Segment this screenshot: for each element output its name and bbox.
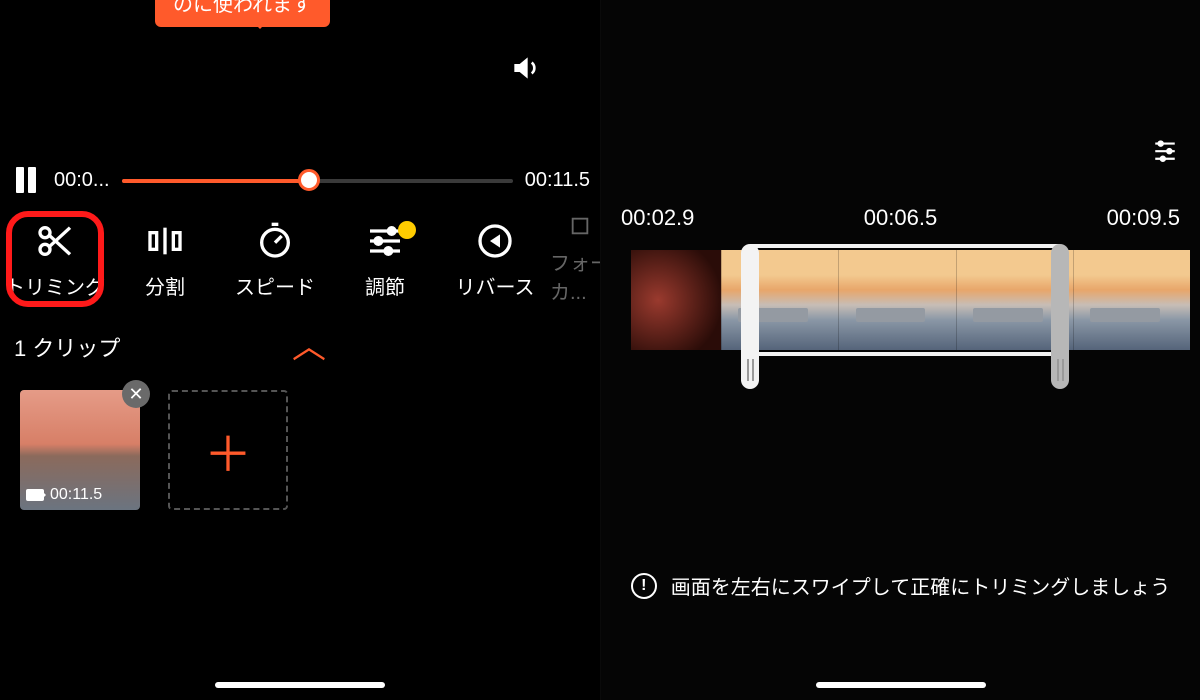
tool-speed-label: スピード [235,271,315,300]
filmstrip-frame [1073,250,1190,350]
tool-trim-label: トリミング [5,271,105,300]
tool-adjust[interactable]: 調節 [330,215,440,305]
video-icon [26,489,44,501]
playback-bar: 00:0... 00:11.5 [10,160,590,200]
clip-tray: ✕ 00:11.5 ＋ [20,390,288,510]
info-icon: ! [631,573,657,599]
mute-toggle[interactable] [505,48,545,88]
seek-slider[interactable] [122,177,513,183]
trim-selection [750,244,1060,356]
clip-duration: 00:11.5 [26,486,102,504]
tool-split[interactable]: 分割 [110,215,220,305]
filmstrip-lead [631,250,721,350]
trim-time-end: 00:09.5 [1107,205,1180,231]
tool-row: トリミング 分割 スピード 調節 [0,210,600,310]
collapse-clips-button[interactable]: ︿ [292,330,326,364]
tool-reverse[interactable]: リバース [440,215,550,305]
home-indicator [215,682,385,688]
onboarding-tooltip: のに使われます [155,0,330,27]
trim-handle-left[interactable] [741,244,759,389]
trim-hint: ! 画面を左右にスワイプして正確にトリミングしましょう [601,571,1200,600]
home-indicator [816,682,986,688]
trim-handle-right[interactable] [1051,244,1069,389]
trim-time-mid: 00:06.5 [864,205,937,231]
tool-speed[interactable]: スピード [220,215,330,305]
sliders-icon [1152,136,1178,162]
trim-pane: 00:02.9 00:06.5 00:09.5 ! 画面を左右にスワイプして正確… [600,0,1200,700]
trim-hint-text: 画面を左右にスワイプして正確にトリミングしましょう [671,571,1170,600]
add-clip-button[interactable]: ＋ [168,390,288,510]
stopwatch-icon [255,221,295,261]
tool-split-label: 分割 [145,271,185,300]
trim-time-marks: 00:02.9 00:06.5 00:09.5 [621,205,1180,231]
scissors-icon [35,221,75,261]
trim-time-start: 00:02.9 [621,205,694,231]
premium-badge-icon [398,221,416,239]
reverse-icon [475,221,515,261]
focus-icon [560,215,600,237]
pause-button[interactable] [10,164,42,196]
tool-adjust-label: 調節 [365,271,405,300]
split-icon [145,221,185,261]
tool-trim[interactable]: トリミング [0,215,110,305]
clip-count-label: 1 クリップ [14,331,120,363]
remove-clip-button[interactable]: ✕ [122,380,150,408]
clip-header: 1 クリップ ︿ [14,330,586,364]
editor-pane: のに使われます 00:0... 00:11.5 トリミング [0,0,600,700]
time-current: 00:0... [54,169,110,192]
trim-settings-button[interactable] [1148,132,1182,166]
time-total: 00:11.5 [525,169,590,192]
clip-thumbnail[interactable]: ✕ 00:11.5 [20,390,140,510]
tool-reverse-label: リバース [456,271,535,300]
